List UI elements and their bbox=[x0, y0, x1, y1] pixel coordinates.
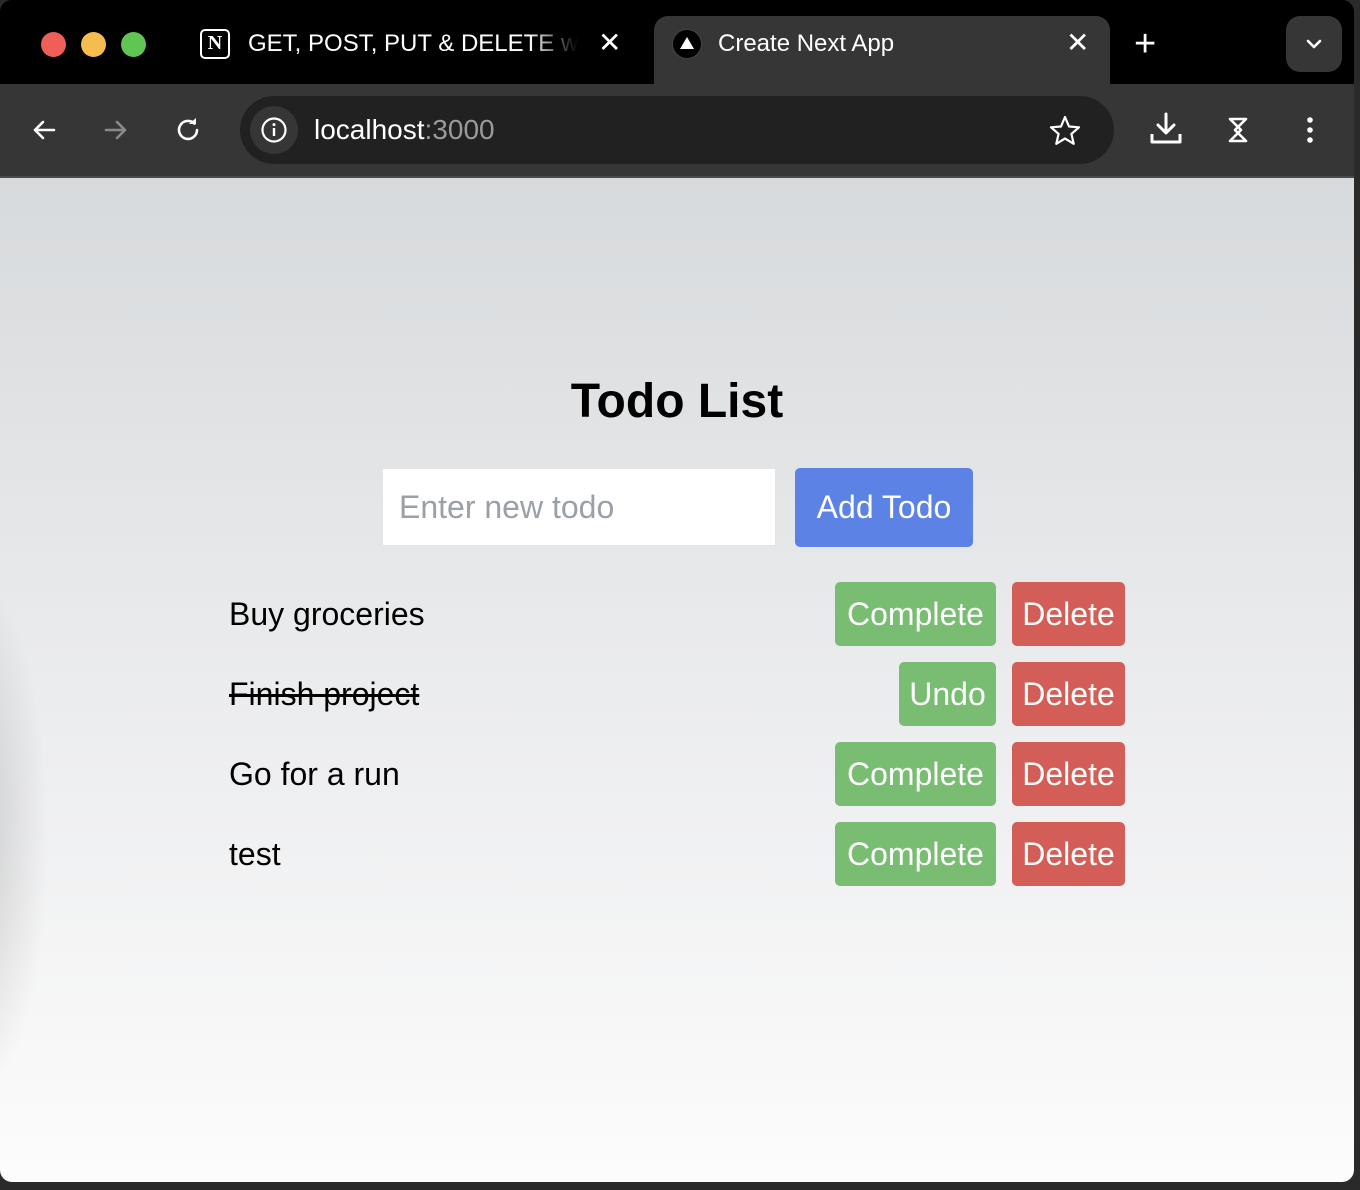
todo-text: Go for a run bbox=[229, 756, 400, 792]
tab-title: Create Next App bbox=[718, 30, 895, 57]
forward-arrow-icon[interactable] bbox=[100, 114, 132, 146]
page-viewport: Todo List Add Todo Buy groceries Complet… bbox=[0, 178, 1354, 1182]
url-host: localhost bbox=[314, 114, 425, 145]
close-window-button[interactable] bbox=[41, 32, 66, 57]
browser-toolbar: localhost:3000 bbox=[0, 84, 1354, 178]
address-bar[interactable]: localhost:3000 bbox=[240, 96, 1114, 164]
back-arrow-icon[interactable] bbox=[28, 114, 60, 146]
todo-item: Go for a run Complete Delete bbox=[229, 742, 1125, 806]
todo-text: test bbox=[229, 836, 281, 872]
new-todo-input[interactable] bbox=[382, 468, 776, 546]
tab-create-next-app[interactable]: Create Next App ✕ bbox=[654, 16, 1110, 84]
page-shadow bbox=[0, 558, 50, 1118]
minimize-window-button[interactable] bbox=[81, 32, 106, 57]
delete-button[interactable]: Delete bbox=[1012, 582, 1125, 646]
notion-icon: N bbox=[200, 29, 230, 59]
nextjs-icon bbox=[672, 29, 702, 59]
undo-button[interactable]: Undo bbox=[899, 662, 996, 726]
delete-button[interactable]: Delete bbox=[1012, 742, 1125, 806]
tab-notion[interactable]: N GET, POST, PUT & DELETE with Next.js ✕ bbox=[180, 16, 650, 84]
page-title: Todo List bbox=[570, 375, 784, 428]
tab-search-button[interactable] bbox=[1286, 16, 1342, 72]
url-text: localhost:3000 bbox=[314, 113, 495, 147]
add-todo-button[interactable]: Add Todo bbox=[795, 468, 973, 547]
reload-icon[interactable] bbox=[172, 114, 204, 146]
complete-button[interactable]: Complete bbox=[835, 822, 996, 886]
todo-item: test Complete Delete bbox=[229, 822, 1125, 886]
todo-text-completed: Finish project bbox=[229, 676, 420, 712]
tab-strip: N GET, POST, PUT & DELETE with Next.js ✕… bbox=[0, 0, 1354, 84]
site-info-button[interactable] bbox=[250, 106, 298, 154]
info-icon bbox=[261, 117, 287, 143]
tab-title: GET, POST, PUT & DELETE with Next.js bbox=[248, 30, 578, 57]
url-port: :3000 bbox=[424, 114, 495, 145]
delete-button[interactable]: Delete bbox=[1012, 822, 1125, 886]
browser-window: N GET, POST, PUT & DELETE with Next.js ✕… bbox=[0, 0, 1354, 1182]
download-icon[interactable] bbox=[1148, 110, 1184, 146]
complete-button[interactable]: Complete bbox=[835, 582, 996, 646]
extension-icon[interactable] bbox=[1222, 114, 1254, 146]
star-icon[interactable] bbox=[1048, 114, 1082, 148]
todo-item: Finish project Undo Delete bbox=[229, 662, 1125, 726]
chevron-down-icon bbox=[1306, 39, 1322, 49]
complete-button[interactable]: Complete bbox=[835, 742, 996, 806]
tab-close-icon[interactable]: ✕ bbox=[1066, 27, 1089, 59]
todo-item: Buy groceries Complete Delete bbox=[229, 582, 1125, 646]
delete-button[interactable]: Delete bbox=[1012, 662, 1125, 726]
tab-close-icon[interactable]: ✕ bbox=[598, 27, 621, 59]
new-tab-button[interactable]: + bbox=[1134, 24, 1156, 64]
more-menu-icon[interactable] bbox=[1294, 114, 1326, 146]
todo-text: Buy groceries bbox=[229, 596, 425, 632]
maximize-window-button[interactable] bbox=[121, 32, 146, 57]
